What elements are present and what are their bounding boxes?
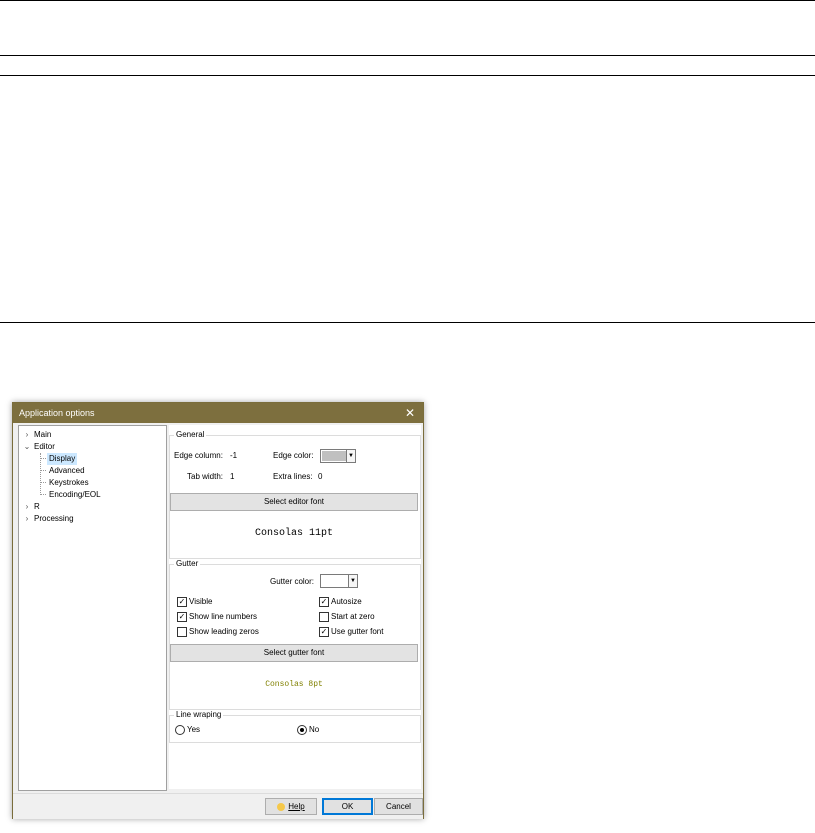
header-rule-2	[0, 75, 815, 76]
dropdown-arrow-icon[interactable]: ▼	[346, 450, 355, 462]
tree-item-label: Editor	[34, 442, 55, 451]
display-settings-pane: General Edge column: -1 Edge color: ▼ Ta…	[169, 425, 421, 789]
radio-label: Yes	[187, 725, 201, 734]
dropdown-arrow-icon[interactable]: ▼	[348, 575, 357, 587]
tree-line	[40, 494, 46, 495]
gutter-color-label: Gutter color:	[270, 577, 315, 586]
section-rule	[0, 322, 815, 323]
checkbox-box[interactable]	[177, 627, 187, 637]
application-options-dialog: Application options ✕ › Main ⌄ Editor Di…	[12, 402, 424, 819]
dialog-footer: Help OK Cancel	[13, 793, 423, 819]
tree-line	[40, 458, 46, 459]
radio-circle[interactable]	[297, 725, 307, 735]
checkbox-box[interactable]: ✓	[319, 627, 329, 637]
tree-item-label: Advanced	[49, 466, 85, 475]
checkbox-box[interactable]: ✓	[319, 597, 329, 607]
checkbox-box[interactable]	[319, 612, 329, 622]
checkbox-box[interactable]: ✓	[177, 597, 187, 607]
gutter-color-picker[interactable]: ▼	[320, 574, 358, 588]
extra-lines-field[interactable]: 0	[315, 471, 337, 483]
checkbox-label: Autosize	[331, 597, 362, 606]
tree-item-label: Encoding/EOL	[49, 490, 101, 499]
expand-icon[interactable]: ›	[22, 501, 32, 513]
edge-column-field[interactable]: -1	[227, 450, 249, 462]
lightbulb-icon	[277, 802, 286, 811]
line-wrapping-group	[169, 715, 421, 743]
checkbox-label: Visible	[189, 597, 213, 606]
radio-circle[interactable]	[175, 725, 185, 735]
select-gutter-font-button[interactable]: Select gutter font	[170, 644, 418, 662]
tree-item-label: Display	[47, 453, 78, 465]
tree-item-label: Processing	[34, 514, 74, 523]
edge-color-swatch	[322, 451, 349, 461]
gutter-color-swatch	[322, 576, 349, 586]
tree-item-label: Keystrokes	[49, 478, 89, 487]
tree-item-label: R	[34, 502, 40, 511]
cancel-button[interactable]: Cancel	[374, 798, 423, 815]
ok-button[interactable]: OK	[322, 798, 373, 815]
dialog-title: Application options	[19, 408, 95, 418]
checkbox-label: Show line numbers	[189, 612, 258, 621]
checkbox-label: Use gutter font	[331, 627, 384, 636]
close-icon[interactable]: ✕	[405, 406, 415, 420]
edge-column-label: Edge column:	[174, 451, 223, 460]
expand-icon[interactable]: ›	[22, 513, 32, 525]
line-wrapping-group-label: Line wraping	[174, 710, 224, 719]
edge-color-label: Edge color:	[273, 451, 314, 460]
extra-lines-label: Extra lines:	[273, 472, 313, 481]
radio-selected-dot	[300, 728, 304, 732]
tree-line	[40, 453, 41, 493]
tree-item-label: Main	[34, 430, 52, 439]
help-button-label: Help	[288, 802, 305, 811]
options-tree: › Main ⌄ Editor Display Advanced Keystro…	[18, 425, 167, 791]
checkbox-label: Start at zero	[331, 612, 375, 621]
tree-line	[40, 482, 46, 483]
tab-width-field[interactable]: 1	[227, 471, 249, 483]
gutter-font-preview: Consolas 8pt	[170, 664, 418, 706]
tab-width-label: Tab width:	[187, 472, 224, 481]
expand-icon[interactable]: ›	[22, 429, 32, 441]
general-group-label: General	[174, 430, 207, 439]
checkbox-label: Show leading zeros	[189, 627, 259, 636]
select-editor-font-button[interactable]: Select editor font	[170, 493, 418, 511]
editor-font-preview: Consolas 11pt	[170, 513, 418, 555]
tree-line	[40, 470, 46, 471]
edge-color-picker[interactable]: ▼	[320, 449, 356, 463]
checkbox-box[interactable]: ✓	[177, 612, 187, 622]
top-rule	[0, 0, 815, 1]
collapse-icon[interactable]: ⌄	[22, 441, 32, 453]
radio-label: No	[309, 725, 320, 734]
gutter-group-label: Gutter	[174, 559, 201, 568]
header-rule-1	[0, 55, 815, 56]
help-button[interactable]: Help	[265, 798, 317, 815]
title-bar: Application options ✕	[13, 403, 423, 423]
